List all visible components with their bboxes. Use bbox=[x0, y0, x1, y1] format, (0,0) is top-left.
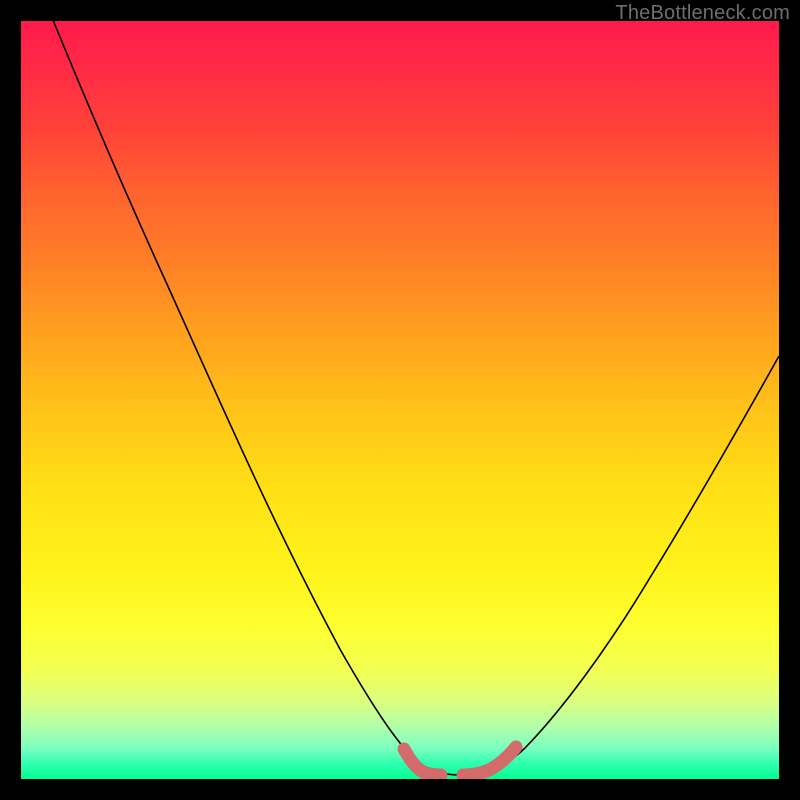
optimum-band-right bbox=[463, 747, 516, 775]
plot-area bbox=[21, 21, 779, 779]
curve-layer bbox=[21, 21, 779, 779]
optimum-band-left bbox=[404, 749, 441, 775]
watermark-text: TheBottleneck.com bbox=[615, 2, 790, 25]
chart-frame: TheBottleneck.com bbox=[0, 0, 800, 800]
bottleneck-curve bbox=[21, 21, 779, 775]
